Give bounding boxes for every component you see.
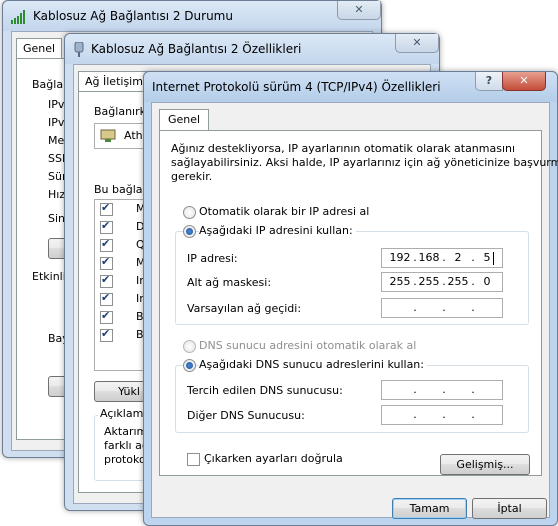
validate-label[interactable]: Çıkarken ayarları doğrula [204, 452, 343, 465]
manual-ip-label[interactable]: Aşağıdaki IP adresini kullan: [199, 224, 356, 237]
ip-octet: 168 [418, 251, 440, 264]
auto-dns-label[interactable]: DNS sunucu adresini otomatik olarak al [199, 339, 416, 352]
ip-octet: 0 [483, 275, 491, 288]
intro-text-line: sağlayabilirsiniz. Aksi halde, IP ayarla… [171, 156, 558, 169]
ipv4-dialog-title: Internet Protokolü sürüm 4 (TCP/IPv4) Öz… [152, 80, 441, 94]
ipv4-client: Genel Ağınız destekliyorsa, IP ayarların… [151, 102, 558, 519]
network-adapter-icon [74, 42, 84, 57]
ip-octet: 255 [447, 275, 469, 288]
ip-dot: . [413, 383, 417, 396]
ip-dot: . [413, 301, 417, 314]
ipv4-tab-general[interactable]: Genel [159, 109, 210, 130]
manual-dns-label[interactable]: Aşağıdaki DNS sunucu adreslerini kullan: [199, 358, 427, 371]
ip-dot: . [471, 301, 475, 314]
ip-dot: . [442, 301, 446, 314]
description-text: Aktarım [104, 425, 148, 438]
ip-dot: . [413, 408, 417, 421]
validate-checkbox[interactable] [187, 453, 200, 466]
item-checkbox[interactable] [100, 273, 113, 288]
item-checkbox[interactable] [100, 309, 113, 324]
close-icon: ✕ [354, 3, 364, 16]
properties-close-button[interactable]: ✕ [395, 34, 439, 53]
auto-ip-label[interactable]: Otomatik olarak bir IP adresi al [199, 205, 369, 218]
help-icon: ? [485, 74, 493, 87]
ip-dot: . [442, 383, 446, 396]
ipv4-dialog: Internet Protokolü sürüm 4 (TCP/IPv4) Öz… [143, 71, 558, 526]
subnet-label: Alt ağ maskesi: [187, 276, 272, 289]
preferred-dns-label: Tercih edilen DNS sunucusu: [187, 384, 343, 397]
cancel-button[interactable]: İptal [472, 498, 547, 519]
auto-ip-radio[interactable] [183, 206, 196, 219]
subnet-field[interactable]: 255 . 255 . 255 . 0 [381, 272, 503, 292]
ip-dot: . [471, 383, 475, 396]
close-icon: ✕ [412, 36, 422, 49]
gateway-label: Varsayılan ağ geçidi: [187, 302, 302, 315]
ip-octet: 192 [389, 251, 411, 264]
item-checkbox[interactable] [100, 201, 113, 216]
status-row: IPv [48, 116, 65, 129]
ip-dot: . [471, 408, 475, 421]
ip-octet: 255 [389, 275, 411, 288]
status-row: IPv [48, 98, 65, 111]
ip-octet: 5 [483, 251, 491, 264]
manual-ip-radio[interactable] [183, 225, 196, 238]
ip-address-field[interactable]: 192 . 168 . 2 . 5 [381, 248, 503, 268]
advanced-button[interactable]: Gelişmiş... [440, 454, 530, 475]
auto-dns-radio[interactable] [183, 340, 196, 353]
item-checkbox[interactable] [100, 327, 113, 342]
status-titlebar[interactable]: Kablosuz Ağ Bağlantısı 2 Durumu [3, 1, 381, 31]
item-checkbox[interactable] [100, 255, 113, 270]
manual-dns-radio[interactable] [183, 359, 196, 372]
ip-address-label: IP adresi: [187, 252, 238, 265]
ok-button[interactable]: Tamam [392, 498, 467, 519]
alternate-dns-field[interactable]: . . . [381, 405, 503, 425]
properties-titlebar[interactable]: Kablosuz Ağ Bağlantısı 2 Özellikleri [65, 34, 439, 64]
item-checkbox[interactable] [100, 219, 113, 234]
intro-text-line: Ağınız destekliyorsa, IP ayarlarının oto… [171, 142, 516, 155]
ipv4-close-button[interactable]: ✕ [502, 72, 546, 91]
text-cursor [493, 252, 494, 265]
properties-window-title: Kablosuz Ağ Bağlantısı 2 Özellikleri [91, 42, 302, 56]
item-checkbox[interactable] [100, 237, 113, 252]
alternate-dns-label: Diğer DNS Sunucusu: [187, 409, 305, 422]
intro-text-line: gerekir. [171, 170, 213, 183]
status-close-button[interactable]: ✕ [337, 1, 381, 20]
item-checkbox[interactable] [100, 291, 113, 306]
status-tab-general[interactable]: Genel [16, 38, 63, 58]
ip-dot: . [442, 408, 446, 421]
ip-octet: 2 [454, 251, 462, 264]
close-icon: ✕ [519, 74, 529, 87]
gateway-field[interactable]: . . . [381, 298, 503, 318]
signal-bars-icon [11, 10, 25, 24]
preferred-dns-field[interactable]: . . . [381, 380, 503, 400]
network-adapter-icon [100, 129, 116, 142]
help-button[interactable]: ? [475, 72, 503, 91]
ip-octet: 255 [418, 275, 440, 288]
properties-tab-networking[interactable]: Ağ İletişimi [78, 71, 153, 91]
status-window-title: Kablosuz Ağ Bağlantısı 2 Durumu [33, 9, 233, 23]
